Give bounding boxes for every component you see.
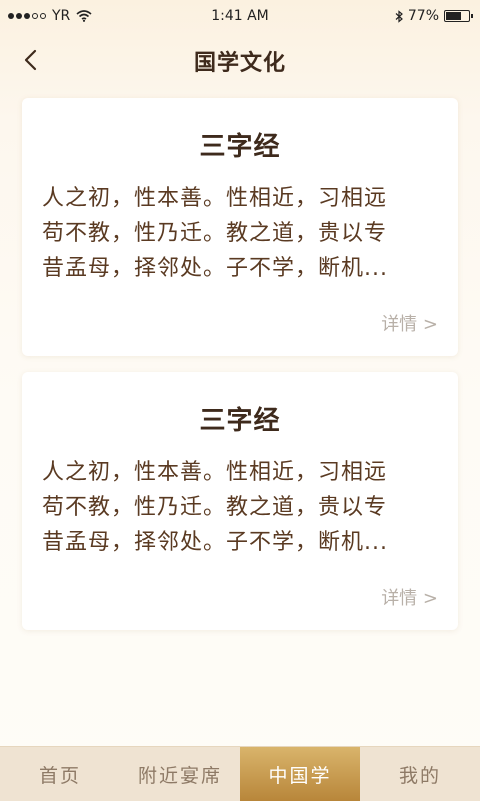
article-card[interactable]: 三字经 人之初，性本善。性相近，习相远 苟不教，性乃迁。教之道，贵以专 昔孟母，… [22,372,458,630]
card-line: 昔孟母，择邻处。子不学，断机... [42,256,388,281]
card-line: 人之初，性本善。性相近，习相远 [42,186,388,211]
card-line: 苟不教，性乃迁。教之道，贵以专 [42,221,388,246]
tab-chinese-studies[interactable]: 中国学 [240,747,360,801]
card-line: 昔孟母，择邻处。子不学，断机... [42,530,388,555]
card-line: 苟不教，性乃迁。教之道，贵以专 [42,495,388,520]
nav-bar: 国学文化 [0,32,480,88]
card-title: 三字经 [199,406,281,436]
tab-mine[interactable]: 我的 [360,747,480,801]
battery-icon [444,10,473,22]
status-right: 77% [395,8,473,24]
battery-fill [446,12,462,20]
tab-nearby-banquet[interactable]: 附近宴席 [120,747,240,801]
status-bar: YR 1:41 AM 77% [0,0,480,32]
card-excerpt: 人之初，性本善。性相近，习相远 苟不教，性乃迁。教之道，贵以专 昔孟母，择邻处。… [42,455,438,560]
card-line: 人之初，性本善。性相近，习相远 [42,460,388,485]
article-card[interactable]: 三字经 人之初，性本善。性相近，习相远 苟不教，性乃迁。教之道，贵以专 昔孟母，… [22,98,458,356]
details-link[interactable]: 详情 > [381,584,438,610]
details-link[interactable]: 详情 > [381,310,438,336]
tab-home[interactable]: 首页 [0,747,120,801]
page-title: 国学文化 [193,51,286,76]
bluetooth-icon [395,9,403,23]
card-excerpt: 人之初，性本善。性相近，习相远 苟不教，性乃迁。教之道，贵以专 昔孟母，择邻处。… [42,181,438,286]
card-title: 三字经 [199,132,281,162]
bottom-tab-bar: 首页 附近宴席 中国学 我的 [0,746,480,801]
battery-percent: 77% [407,8,439,24]
